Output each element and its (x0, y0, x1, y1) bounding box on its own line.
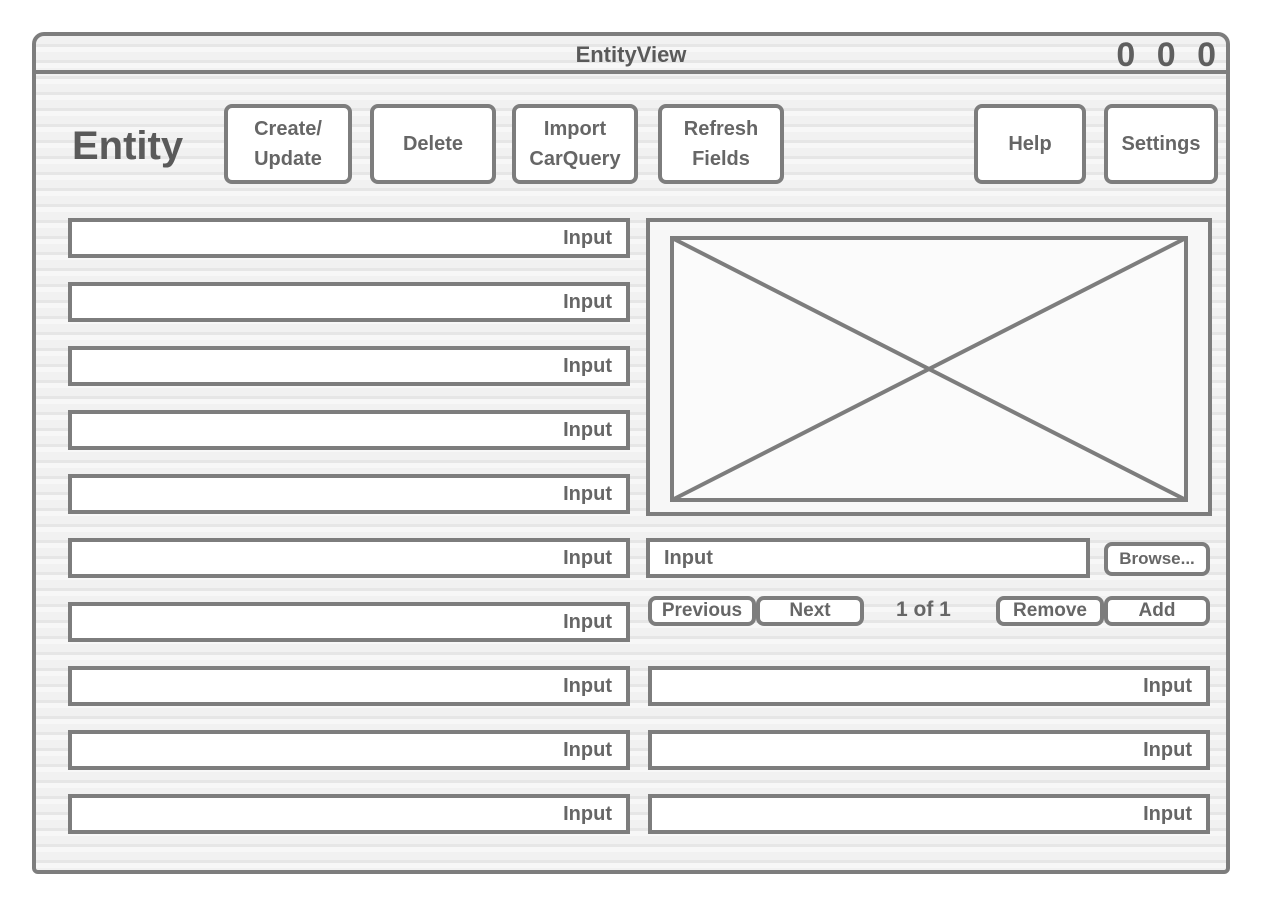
entity-field-7[interactable]: Input (68, 602, 630, 642)
add-image-button[interactable]: Add (1104, 596, 1210, 626)
entity-field-6[interactable]: Input (68, 538, 630, 578)
settings-button[interactable]: Settings (1104, 104, 1218, 184)
page-title: Entity (72, 124, 184, 168)
entity-field-1[interactable]: Input (68, 218, 630, 258)
help-button[interactable]: Help (974, 104, 1086, 184)
next-image-button[interactable]: Next (756, 596, 864, 626)
previous-image-button[interactable]: Previous (648, 596, 756, 626)
entity-field-9[interactable]: Input (68, 730, 630, 770)
image-placeholder-icon (670, 236, 1188, 502)
entity-field-8[interactable]: Input (68, 666, 630, 706)
entity-field-5[interactable]: Input (68, 474, 630, 514)
refresh-fields-button[interactable]: Refresh Fields (658, 104, 784, 184)
import-carquery-button[interactable]: Import CarQuery (512, 104, 638, 184)
entity-view-window: EntityView 0 0 0 Entity Create/ Update D… (32, 32, 1230, 874)
delete-button[interactable]: Delete (370, 104, 496, 184)
window-title: EntityView (575, 42, 687, 67)
entity-field-13[interactable]: Input (648, 794, 1210, 834)
window-controls[interactable]: 0 0 0 (1116, 36, 1222, 75)
entity-image-placeholder (646, 218, 1212, 516)
remove-image-button[interactable]: Remove (996, 596, 1104, 626)
create-update-button[interactable]: Create/ Update (224, 104, 352, 184)
entity-field-4[interactable]: Input (68, 410, 630, 450)
image-path-input[interactable]: Input (646, 538, 1090, 578)
browse-button[interactable]: Browse... (1104, 542, 1210, 576)
entity-field-11[interactable]: Input (648, 666, 1210, 706)
entity-field-10[interactable]: Input (68, 794, 630, 834)
title-bar: EntityView 0 0 0 (36, 36, 1226, 74)
entity-field-12[interactable]: Input (648, 730, 1210, 770)
entity-field-2[interactable]: Input (68, 282, 630, 322)
image-page-indicator: 1 of 1 (896, 598, 951, 621)
entity-field-3[interactable]: Input (68, 346, 630, 386)
